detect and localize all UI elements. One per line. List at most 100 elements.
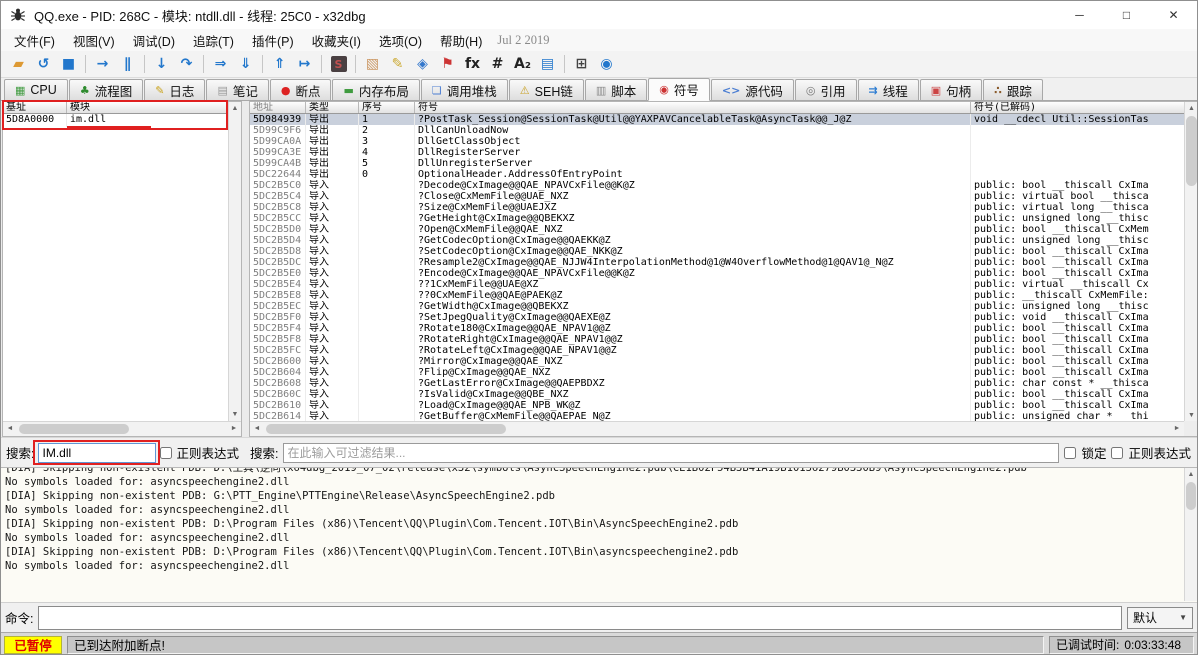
seh-logo-button[interactable]: S xyxy=(326,53,351,76)
tab-references[interactable]: ◎引用 xyxy=(795,79,857,100)
col-header-type[interactable]: 类型 xyxy=(306,102,359,113)
menu-trace[interactable]: 追踪(T) xyxy=(184,29,243,52)
col-header-module[interactable]: 模块 xyxy=(67,102,229,113)
stop-button[interactable]: ■ xyxy=(56,53,81,76)
col-header-symbol-undecorated[interactable]: 符号(已解码) xyxy=(971,102,1184,113)
col-header-ordinal[interactable]: 序号 xyxy=(359,102,415,113)
modules-search-input[interactable] xyxy=(38,443,156,463)
symbol-row[interactable]: 5D99CA4B导出5DllUnregisterServer xyxy=(250,158,1184,169)
symbol-row[interactable]: 5DC2B5E4导入??1CxMemFile@@UAE@XZpublic: vi… xyxy=(250,279,1184,290)
scrollbar-thumb[interactable] xyxy=(1186,482,1196,510)
menu-file[interactable]: 文件(F) xyxy=(5,29,64,52)
bookmarks-button[interactable]: ⚑ xyxy=(435,53,460,76)
functions-button[interactable]: fx xyxy=(460,53,485,76)
symbol-row[interactable]: 5DC22644导出0OptionalHeader.AddressOfEntry… xyxy=(250,169,1184,180)
menu-debug[interactable]: 调试(D) xyxy=(124,29,184,52)
menu-view[interactable]: 视图(V) xyxy=(64,29,124,52)
step-into-button[interactable]: ↓ xyxy=(149,53,174,76)
step-out-button[interactable]: ⇓ xyxy=(233,53,258,76)
tab-notes[interactable]: ▤笔记 xyxy=(206,79,268,100)
symbol-row[interactable]: 5DC2B5D4导入?GetCodecOption@CxImage@@QAEKK… xyxy=(250,235,1184,246)
symbol-row[interactable]: 5DC2B5DC导入?Resample2@CxImage@@QAE_NJJW4I… xyxy=(250,257,1184,268)
maximize-button[interactable]: □ xyxy=(1103,1,1150,29)
col-header-address[interactable]: 地址 xyxy=(250,102,306,113)
symbol-row[interactable]: 5DC2B5FC导入?RotateLeft@CxImage@@QAE_NPAV1… xyxy=(250,345,1184,356)
scroll-down-icon[interactable]: ▼ xyxy=(229,408,241,421)
symbols-vscrollbar[interactable]: ▲ ▼ xyxy=(1184,102,1198,422)
scroll-up-icon[interactable]: ▲ xyxy=(1185,468,1197,481)
log-vscrollbar[interactable]: ▲ xyxy=(1184,468,1197,601)
symbols-regex-checkbox[interactable] xyxy=(1111,447,1123,459)
scroll-up-icon[interactable]: ▲ xyxy=(229,102,241,115)
run-to-user-code-button[interactable]: ↦ xyxy=(292,53,317,76)
symbol-row[interactable]: 5DC2B604导入?Flip@CxImage@@QAE_NXZpublic: … xyxy=(250,367,1184,378)
symbol-row[interactable]: 5D99CA3E导出4DllRegisterServer xyxy=(250,147,1184,158)
scroll-up-icon[interactable]: ▲ xyxy=(1185,102,1198,115)
symbol-row[interactable]: 5DC2B5F8导入?RotateRight@CxImage@@QAE_NPAV… xyxy=(250,334,1184,345)
tab-memory-map[interactable]: ▬内存布局 xyxy=(332,79,419,100)
tab-cpu[interactable]: ▦CPU xyxy=(4,79,68,100)
tab-breakpoints[interactable]: ●断点 xyxy=(270,79,332,100)
text-a2-button[interactable]: A₂ xyxy=(510,53,535,76)
command-input[interactable] xyxy=(38,606,1122,630)
comments-button[interactable]: ✎ xyxy=(385,53,410,76)
symbol-row[interactable]: 5DC2B610导入?Load@CxImage@@QAE_NPB_WK@Zpub… xyxy=(250,400,1184,411)
restart-button[interactable]: ↺ xyxy=(31,53,56,76)
symbols-hscrollbar[interactable]: ◄ ► xyxy=(250,421,1184,436)
tab-seh-chain[interactable]: ⚠SEH链 xyxy=(509,79,584,100)
tab-graph[interactable]: ♣流程图 xyxy=(69,79,143,100)
symbol-row[interactable]: 5DC2B5D0导入?Open@CxMemFile@@QAE_NXZpublic… xyxy=(250,224,1184,235)
run-to-selection-button[interactable]: ⇒ xyxy=(208,53,233,76)
symbol-row[interactable]: 5DC2B5F0导入?SetJpegQuality@CxImage@@QAEXE… xyxy=(250,312,1184,323)
symbol-row[interactable]: 5DC2B608导入?GetLastError@CxImage@@QAEPBDX… xyxy=(250,378,1184,389)
scroll-left-icon[interactable]: ◄ xyxy=(250,422,264,436)
tab-threads[interactable]: ⇉线程 xyxy=(858,79,919,100)
symbol-row[interactable]: 5D99CA0A导出3DllGetClassObject xyxy=(250,136,1184,147)
scrollbar-thumb[interactable] xyxy=(19,424,129,434)
settings-globe-button[interactable]: ◉ xyxy=(594,53,619,76)
col-header-symbol[interactable]: 符号 xyxy=(415,102,971,113)
tab-call-stack[interactable]: ❏调用堆栈 xyxy=(421,79,508,100)
scrollbar-thumb[interactable] xyxy=(1186,116,1197,186)
symbol-row[interactable]: 5DC2B5CC导入?GetHeight@CxImage@@QBEKXZpubl… xyxy=(250,213,1184,224)
titlebar[interactable]: QQ.exe - PID: 268C - 模块: ntdll.dll - 线程:… xyxy=(1,1,1197,29)
symbol-row[interactable]: 5DC2B5F4导入?Rotate180@CxImage@@QAE_NPAV1@… xyxy=(250,323,1184,334)
tab-source[interactable]: <>源代码 xyxy=(711,79,794,100)
scroll-left-icon[interactable]: ◄ xyxy=(3,422,17,436)
step-over-button[interactable]: ↷ xyxy=(174,53,199,76)
labels-button[interactable]: ◈ xyxy=(410,53,435,76)
close-button[interactable]: ✕ xyxy=(1150,1,1197,29)
run-button[interactable]: → xyxy=(90,53,115,76)
modules-regex-checkbox[interactable] xyxy=(160,447,172,459)
menu-plugins[interactable]: 插件(P) xyxy=(243,29,303,52)
pause-button[interactable]: ∥ xyxy=(115,53,140,76)
log-panel[interactable]: [DIA] Skipping non-existent PDB: D:\工具\逆… xyxy=(1,467,1197,602)
menu-help[interactable]: 帮助(H) xyxy=(431,29,491,52)
symbol-row[interactable]: 5DC2B5C0导入?Decode@CxImage@@QAE_NPAVCxFil… xyxy=(250,180,1184,191)
symbol-row[interactable]: 5D984939导出1?PostTask_Session@SessionTask… xyxy=(250,114,1184,125)
patches-button[interactable]: ▧ xyxy=(360,53,385,76)
tab-script[interactable]: ▥脚本 xyxy=(585,79,647,100)
symbol-row[interactable]: 5DC2B5C8导入?Size@CxMemFile@@UAEJXZpublic:… xyxy=(250,202,1184,213)
col-header-base[interactable]: 基址 xyxy=(3,102,67,113)
symbol-row[interactable]: 5DC2B600导入?Mirror@CxImage@@QAE_NXZpublic… xyxy=(250,356,1184,367)
modules-vscrollbar[interactable]: ▲ ▼ xyxy=(228,102,241,421)
tab-trace[interactable]: ∴跟踪 xyxy=(983,79,1043,100)
modules-hscrollbar[interactable]: ◄ ► xyxy=(3,421,241,436)
symbol-row[interactable]: 5D99C9F6导出2DllCanUnloadNow xyxy=(250,125,1184,136)
symbol-row[interactable]: 5DC2B60C导入?IsValid@CxImage@@QBE_NXZpubli… xyxy=(250,389,1184,400)
tab-symbols[interactable]: ◉符号 xyxy=(648,78,710,101)
menu-options[interactable]: 选项(O) xyxy=(370,29,431,52)
symbol-row[interactable]: 5DC2B5D8导入?SetCodecOption@CxImage@@QAE_N… xyxy=(250,246,1184,257)
debuggee-notes-button[interactable]: ▤ xyxy=(535,53,560,76)
symbol-row[interactable]: 5DC2B5C4导入?Close@CxMemFile@@UAE_NXZpubli… xyxy=(250,191,1184,202)
execute-till-return-button[interactable]: ⇑ xyxy=(267,53,292,76)
symbol-row[interactable]: 5DC2B5E8导入??0CxMemFile@@QAE@PAEK@Zpublic… xyxy=(250,290,1184,301)
scroll-right-icon[interactable]: ► xyxy=(1170,422,1184,436)
tab-handles[interactable]: ▣句柄 xyxy=(920,79,982,100)
scrollbar-thumb[interactable] xyxy=(266,424,506,434)
menu-favourites[interactable]: 收藏夹(I) xyxy=(303,29,370,52)
symbol-row[interactable]: 5DC2B5EC导入?GetWidth@CxImage@@QBEKXZpubli… xyxy=(250,301,1184,312)
scroll-right-icon[interactable]: ► xyxy=(227,422,241,436)
tab-log[interactable]: ✎日志 xyxy=(144,79,205,100)
